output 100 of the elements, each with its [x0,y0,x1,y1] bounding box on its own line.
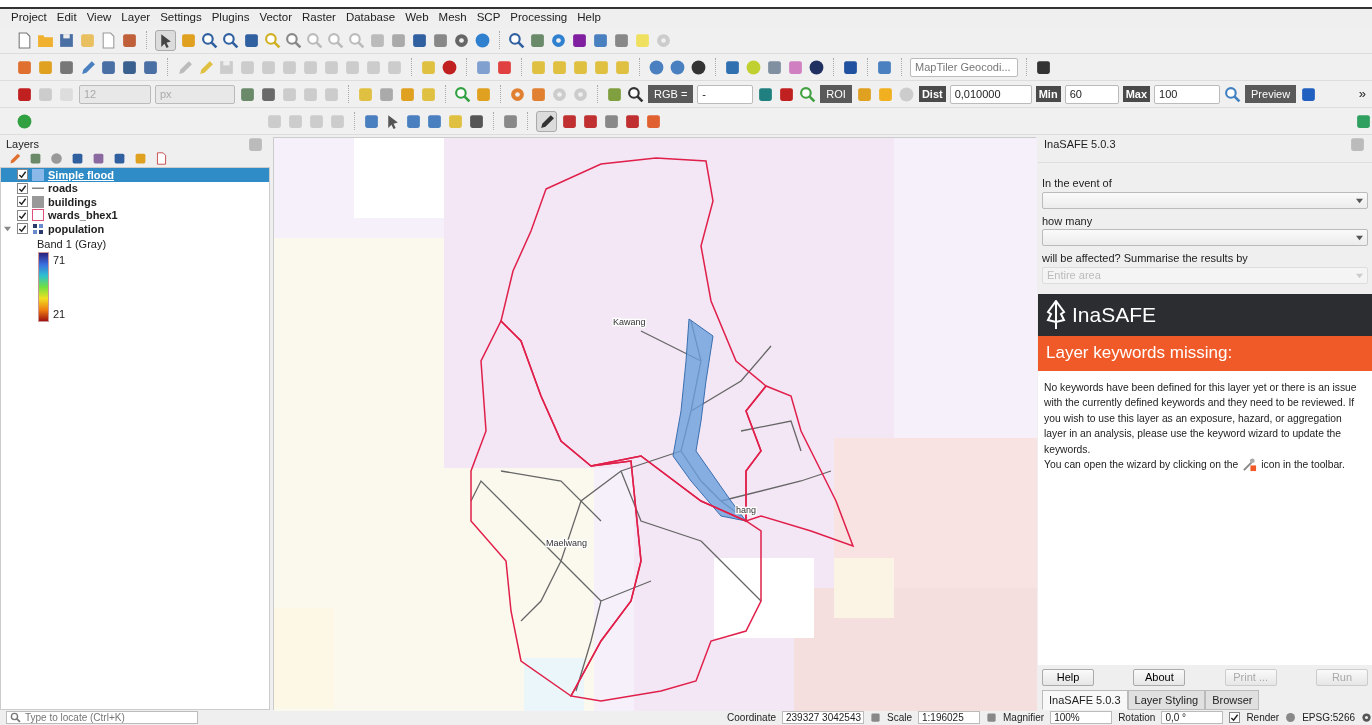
toggle-button[interactable]: ROI [820,85,852,103]
panel-title: InaSAFE 5.0.3 [1044,137,1116,153]
cursor-icon[interactable] [155,29,176,51]
render-label: Render [1246,711,1280,725]
checkbox[interactable] [17,169,28,181]
dropdown[interactable]: - [697,84,754,104]
menu-item[interactable]: Settings [155,9,207,27]
magnifier-label: Magnifier [1003,711,1045,725]
menu-item[interactable]: Project [6,9,52,27]
menu-item[interactable]: Help [572,9,606,27]
tool-icon[interactable] [71,152,84,165]
logo-text: InaSAFE [1072,301,1157,328]
layer-row[interactable]: Simple flood [1,168,269,182]
panel-button[interactable]: About [1133,668,1186,686]
toggle-button[interactable]: Preview [1245,85,1297,103]
coordinate-label: Coordinate [727,711,776,725]
checkbox[interactable] [17,182,28,194]
tool-icon[interactable] [561,112,578,130]
overflow-chevron[interactable]: » [1358,84,1372,104]
ramp-min-label: 21 [53,306,66,322]
search-icon [10,712,21,723]
scale-field[interactable]: 1:196025 [918,711,980,724]
locator-field[interactable]: Type to locate (Ctrl+K) [6,711,198,724]
coordinate-field[interactable]: 239327 3042543 [781,711,864,724]
magnifier-field[interactable]: 100% [1050,711,1113,724]
layer-row[interactable]: buildings [1,195,269,209]
dropdown[interactable] [1042,229,1368,246]
ramp-max-label: 71 [53,253,66,268]
wand-icon [1242,457,1258,473]
label: Max [1122,86,1151,102]
panel-tab[interactable]: InaSAFE 5.0.3 [1042,689,1128,710]
toggle-button[interactable]: RGB = [648,85,694,103]
tool-icon[interactable] [121,58,138,76]
menu-item[interactable]: View [81,9,117,27]
menu-item[interactable]: Raster [297,9,341,27]
spin-box[interactable]: 100 [1154,84,1221,104]
gear-icon[interactable] [1361,712,1372,723]
expander-icon[interactable] [3,225,11,233]
color-ramp [38,252,49,322]
tool-icon[interactable] [1300,85,1318,103]
magnifier-icon[interactable] [201,31,218,49]
field-label: will be affected? Summarise the results by [1042,251,1249,266]
rotation-field[interactable]: 0,0 ° [1161,711,1224,724]
dropdown[interactable] [1042,191,1368,209]
checkbox[interactable] [17,196,28,208]
label: Min [1035,86,1061,102]
panel-tab[interactable]: Browser [1205,689,1260,710]
layer-row[interactable]: wards_bhex1 [1,208,269,222]
field-label: In the event of [1042,176,1113,191]
tool-icon[interactable] [468,112,485,130]
tool-icon[interactable] [582,112,599,130]
field-label: how many [1042,213,1094,229]
menu-item[interactable]: Vector [254,9,297,27]
tool-icon[interactable] [842,58,859,76]
menu-item[interactable]: Edit [51,9,82,27]
caret-icon [1356,271,1363,279]
layer-row[interactable]: roads [1,181,269,195]
tool-icon[interactable] [16,85,33,103]
menu-item[interactable]: Processing [505,9,573,27]
panel-tab[interactable]: Layer Styling [1127,689,1206,710]
menu-item[interactable]: SCP [471,9,506,27]
magnifier-icon[interactable] [627,85,644,103]
panel-button[interactable]: Help [1042,668,1094,686]
checkbox[interactable] [17,209,28,221]
spin-box[interactable]: 60 [1064,84,1119,104]
menu-item[interactable]: Layer [116,9,156,27]
tool-icon[interactable] [624,112,641,130]
tool-icon[interactable] [260,85,277,103]
menu-item[interactable]: Database [340,9,401,27]
label: Dist [918,86,946,102]
message-text: You can open the wizard by clicking on the [1044,458,1239,472]
checkbox[interactable] [17,223,28,235]
menu-item[interactable]: Web [400,9,434,27]
magnifier-icon[interactable] [222,31,239,49]
pencil-icon[interactable] [536,110,557,132]
field-value: Entire area [1047,267,1101,283]
gear-icon[interactable] [550,31,567,49]
tool-icon[interactable] [571,31,588,49]
caret-icon [1356,234,1363,241]
document-icon[interactable] [155,152,168,165]
document-icon[interactable] [100,31,117,49]
geocoder-field[interactable]: MapTiler Geocodi... [910,57,1018,77]
menu-item[interactable]: Plugins [206,9,255,27]
message-heading: Layer keywords missing: [1038,335,1372,371]
tool-icon[interactable] [411,31,428,49]
document-icon[interactable] [16,31,33,49]
tool-icon[interactable] [113,152,126,165]
tool-icon[interactable] [778,85,796,103]
menu-item[interactable]: Mesh [433,9,472,27]
checkbox[interactable] [1229,712,1241,723]
scale-label: Scale [886,711,912,725]
crs-label[interactable]: EPSG:5266 [1302,710,1355,725]
layer-row[interactable]: population [1,222,269,236]
magnifier-icon[interactable] [508,31,525,49]
gear-icon[interactable] [453,31,470,49]
caret-icon [1356,196,1363,204]
spin-box[interactable]: 0,010000 [949,84,1032,104]
panel-title: Layers [6,137,40,153]
tool-icon[interactable] [243,31,260,49]
tool-icon[interactable] [1035,58,1052,76]
